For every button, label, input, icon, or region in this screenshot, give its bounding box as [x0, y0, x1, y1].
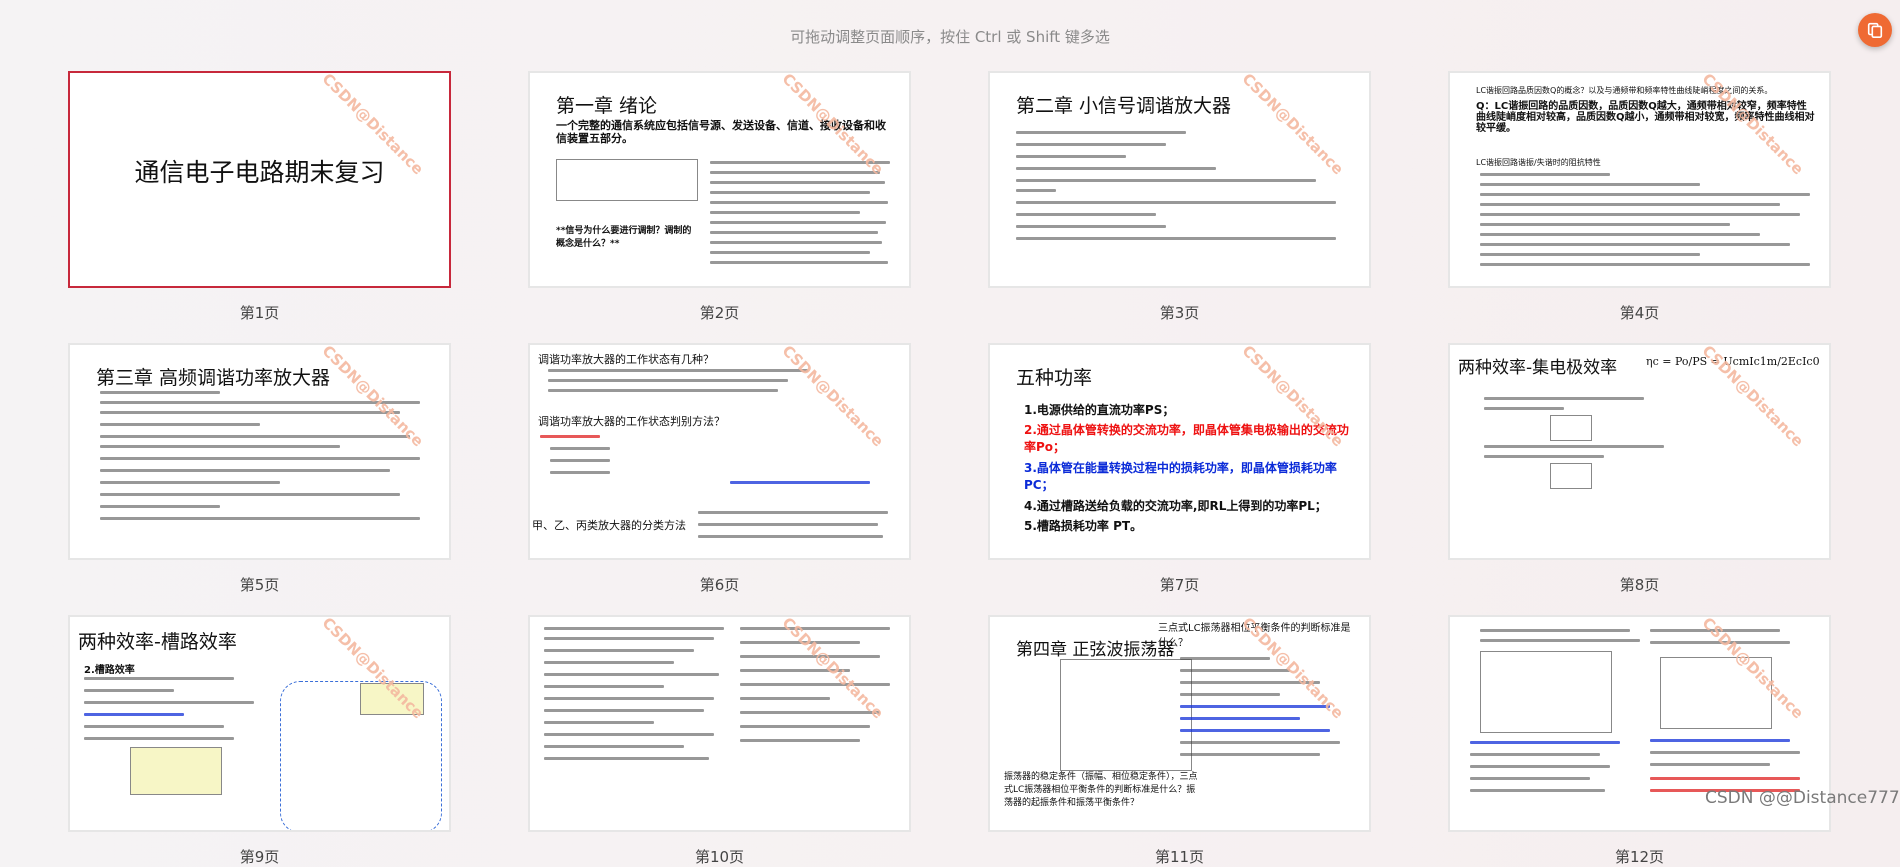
slide-preview: 通信电子电路期末复习 CSDN@Distance	[68, 71, 451, 288]
slide-preview: LC谐振回路品质因数Q的概念？以及与通频带和频率特性曲线陡峭程度之间的关系。 Q…	[1448, 71, 1831, 288]
page-label: 第6页	[699, 576, 740, 594]
slide-title: 第一章 绪论	[556, 95, 658, 117]
page-thumbnail[interactable]: 两种效率-槽路效率 2.槽路效率 CSDN@Distance 第9页	[68, 615, 451, 866]
slide-title: 调谐功率放大器的工作状态有几种？	[538, 353, 714, 366]
slide-title: 两种效率-槽路效率	[78, 631, 237, 653]
page-label: 第11页	[1154, 848, 1205, 866]
oscillator-table	[1060, 659, 1192, 771]
slide-preview: 第一章 绪论 一个完整的通信系统应包括信号源、发送设备、信道、接收设备和收信装置…	[528, 71, 911, 288]
power-item: 2.通过晶体管转换的交流功率，即晶体管集电极输出的交流功率Po；	[1024, 423, 1349, 454]
power-item: 5.槽路损耗功率 PT。	[1024, 519, 1143, 533]
slide-question: 甲、乙、丙类放大器的分类方法	[532, 519, 686, 532]
drag-reorder-hint: 可拖动调整页面顺序，按住 Ctrl 或 Shift 键多选	[790, 28, 1110, 46]
slide-preview: 调谐功率放大器的工作状态有几种？ 调谐功率放大器的工作状态判别方法？ 甲、乙、丙…	[528, 343, 911, 560]
circuit-grid	[1480, 651, 1612, 733]
slide-preview: 第二章 小信号调谐放大器 CSDN@Distance	[988, 71, 1371, 288]
page-label: 第9页	[239, 848, 280, 866]
page-label: 第3页	[1159, 304, 1200, 322]
slide-preview: 第三章 高频调谐功率放大器 CSDN@Distance	[68, 343, 451, 560]
slide-title: 通信电子电路期末复习	[134, 158, 385, 187]
slide-title: LC谐振回路品质因数Q的概念？以及与通频带和频率特性曲线陡峭程度之间的关系。	[1476, 86, 1773, 95]
slide-title: 五种功率	[1016, 367, 1093, 389]
slide-question: **信号为什么要进行调制？调制的概念是什么？**	[556, 226, 692, 249]
power-item: 3.晶体管在能量转换过程中的损耗功率，即晶体管损耗功率PC；	[1024, 461, 1337, 492]
watermark: CSDN@Distance	[778, 343, 888, 451]
slide-subtitle: LC谐振回路谐振/失谐时的阻抗特性	[1476, 158, 1601, 167]
page-label: 第4页	[1619, 304, 1660, 322]
formula-box	[1550, 463, 1592, 489]
page-thumbnail[interactable]: 两种效率-集电极效率 ηc = Po/PS = UcmIc1m/2EcIc0 C…	[1448, 343, 1831, 594]
slide-title: 两种效率-集电极效率	[1458, 358, 1618, 378]
corner-watermark: CSDN @@Distance777	[1705, 788, 1900, 808]
slide-preview: 五种功率 1.电源供给的直流功率PS； 2.通过晶体管转换的交流功率，即晶体管集…	[988, 343, 1371, 560]
slide-subtitle: 调谐功率放大器的工作状态判别方法？	[538, 415, 725, 428]
page-thumbnail[interactable]: 第二章 小信号调谐放大器 CSDN@Distance 第3页	[988, 71, 1371, 322]
slide-preview: 第四章 正弦波振荡器 振荡器的稳定条件（振幅、相位稳定条件），三点式LC振荡器相…	[988, 615, 1371, 832]
watermark: CSDN@Distance	[1238, 71, 1348, 179]
power-item: 4.通过槽路送给负载的交流功率,即RL上得到的功率PL；	[1024, 499, 1327, 513]
formula-box	[1550, 415, 1592, 441]
slide-subtitle: 2.槽路效率	[84, 665, 135, 676]
page-thumbnail[interactable]: CSDN@Distance 第10页	[528, 615, 911, 866]
slide-question: 振荡器的稳定条件（振幅、相位稳定条件），三点式LC振荡器相位平衡条件的判断标准是…	[1004, 772, 1198, 808]
slide-title: 第四章 正弦波振荡器	[1016, 640, 1175, 660]
circuit-diagram	[130, 747, 222, 795]
page-thumbnail[interactable]: LC谐振回路品质因数Q的概念？以及与通频带和频率特性曲线陡峭程度之间的关系。 Q…	[1448, 71, 1831, 322]
page-label: 第8页	[1619, 576, 1660, 594]
slide-title: 第二章 小信号调谐放大器	[1016, 95, 1232, 117]
page-label: 第7页	[1159, 576, 1200, 594]
pages-icon	[1867, 22, 1883, 39]
page-thumbnail[interactable]: 调谐功率放大器的工作状态有几种？ 调谐功率放大器的工作状态判别方法？ 甲、乙、丙…	[528, 343, 911, 594]
slide-preview: CSDN@Distance	[528, 615, 911, 832]
page-label: 第10页	[694, 848, 745, 866]
page-label: 第1页	[239, 304, 280, 322]
slide-title: 第三章 高频调谐功率放大器	[96, 367, 331, 389]
page-thumbnail[interactable]: 第三章 高频调谐功率放大器 CSDN@Distance 第5页	[68, 343, 451, 594]
block-diagram	[556, 159, 698, 201]
slide-preview: 两种效率-集电极效率 ηc = Po/PS = UcmIc1m/2EcIc0 C…	[1448, 343, 1831, 560]
page-thumbnail[interactable]: 第一章 绪论 一个完整的通信系统应包括信号源、发送设备、信道、接收设备和收信装置…	[528, 71, 911, 322]
slide-preview: 两种效率-槽路效率 2.槽路效率 CSDN@Distance	[68, 615, 451, 832]
page-thumbnail[interactable]: 通信电子电路期末复习 CSDN@Distance 第1页	[68, 71, 451, 322]
float-action-button[interactable]	[1858, 13, 1892, 47]
page-label: 第12页	[1614, 848, 1665, 866]
page-label: 第2页	[699, 304, 740, 322]
page-label: 第5页	[239, 576, 280, 594]
page-thumbnail[interactable]: 第四章 正弦波振荡器 振荡器的稳定条件（振幅、相位稳定条件），三点式LC振荡器相…	[988, 615, 1371, 866]
page-thumbnail[interactable]: 五种功率 1.电源供给的直流功率PS； 2.通过晶体管转换的交流功率，即晶体管集…	[988, 343, 1371, 594]
